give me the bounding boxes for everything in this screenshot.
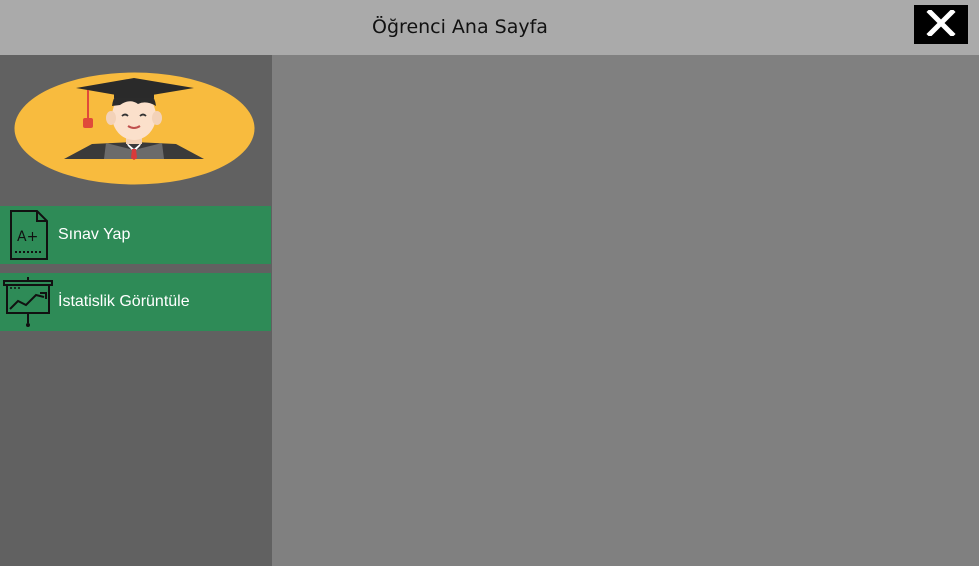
svg-text:A+: A+ — [17, 229, 38, 245]
sidebar-item-label: Sınav Yap — [58, 226, 131, 243]
main-content-area — [272, 55, 979, 566]
sidebar: A+ Sınav Yap İstatislik Görüntüle — [0, 55, 272, 566]
sidebar-item-istatislik-goruntule[interactable]: İstatislik Görüntüle — [0, 273, 271, 331]
window-title: Öğrenci Ana Sayfa — [372, 16, 548, 38]
statistics-board-icon — [0, 273, 56, 331]
sidebar-item-label: İstatislik Görüntüle — [58, 293, 190, 310]
sidebar-item-sinav-yap[interactable]: A+ Sınav Yap — [0, 206, 271, 264]
close-icon — [926, 7, 956, 40]
exam-grade-icon: A+ — [0, 206, 56, 264]
title-bar: Öğrenci Ana Sayfa — [0, 0, 979, 55]
student-graduate-icon — [14, 72, 255, 189]
avatar — [14, 72, 255, 185]
close-button[interactable] — [914, 5, 968, 44]
